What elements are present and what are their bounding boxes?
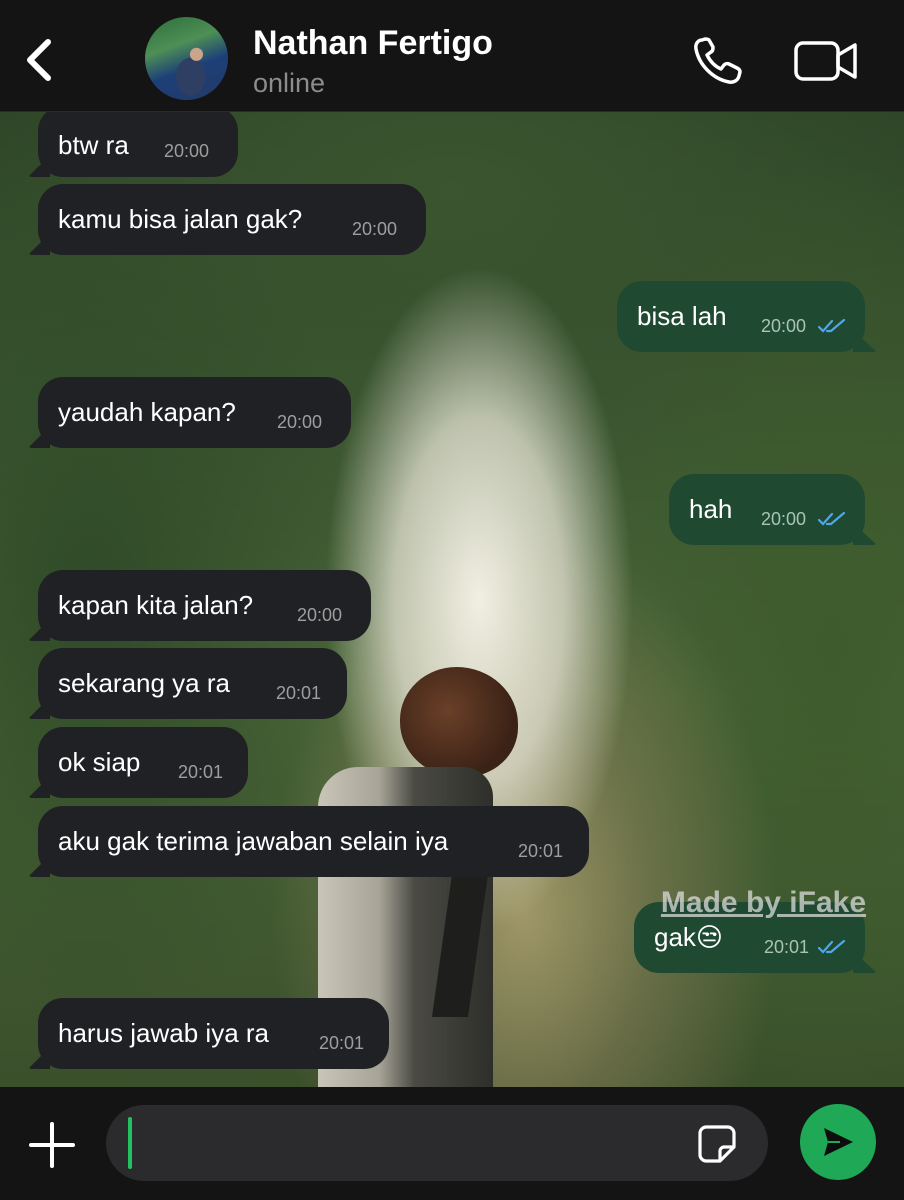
video-camera-icon[interactable] bbox=[793, 38, 859, 84]
read-receipt-icon bbox=[817, 511, 846, 526]
message-time: 20:00 bbox=[761, 316, 807, 336]
message-incoming[interactable]: yaudah kapan? 20:00 bbox=[38, 377, 351, 448]
message-incoming[interactable]: aku gak terima jawaban selain iya 20:01 bbox=[38, 806, 589, 877]
message-time: 20:00 bbox=[164, 141, 210, 161]
message-text: btw ra bbox=[58, 130, 129, 160]
text-caret bbox=[128, 1117, 132, 1169]
sticker-icon[interactable] bbox=[696, 1123, 738, 1165]
message-outgoing[interactable]: bisa lah 20:00 bbox=[617, 281, 865, 352]
message-incoming[interactable]: btw ra 20:00 bbox=[38, 106, 238, 177]
message-text: hah bbox=[689, 494, 733, 524]
message-text: sekarang ya ra bbox=[58, 668, 230, 698]
send-icon bbox=[824, 1128, 853, 1156]
message-text: kamu bisa jalan gak? bbox=[58, 204, 303, 234]
avatar[interactable] bbox=[145, 17, 228, 100]
message-text: kapan kita jalan? bbox=[58, 590, 254, 620]
phone-icon[interactable] bbox=[692, 36, 744, 86]
read-receipt-icon bbox=[817, 939, 846, 954]
message-incoming[interactable]: harus jawab iya ra 20:01 bbox=[38, 998, 389, 1069]
message-incoming[interactable]: ok siap 20:01 bbox=[38, 727, 248, 798]
message-text: aku gak terima jawaban selain iya bbox=[58, 826, 449, 856]
message-time: 20:00 bbox=[297, 605, 343, 625]
message-input[interactable] bbox=[136, 1121, 680, 1167]
message-incoming[interactable]: sekarang ya ra 20:01 bbox=[38, 648, 347, 719]
message-incoming[interactable]: kapan kita jalan? 20:00 bbox=[38, 570, 371, 641]
message-time: 20:01 bbox=[178, 762, 224, 782]
read-receipt-icon bbox=[817, 318, 846, 333]
message-time: 20:01 bbox=[764, 937, 810, 957]
chat-header: Nathan Fertigo online bbox=[0, 0, 904, 112]
message-time: 20:01 bbox=[518, 841, 564, 861]
message-text: yaudah kapan? bbox=[58, 397, 236, 427]
message-time: 20:01 bbox=[276, 683, 322, 703]
contact-status: online bbox=[253, 68, 326, 98]
watermark: Made by iFake bbox=[660, 886, 866, 919]
message-time: 20:00 bbox=[761, 509, 807, 529]
chevron-left-icon[interactable] bbox=[20, 38, 60, 82]
message-time: 20:00 bbox=[277, 412, 323, 432]
send-button[interactable] bbox=[800, 1104, 876, 1180]
message-input-field[interactable] bbox=[106, 1105, 768, 1181]
message-text: gak😒 bbox=[654, 922, 724, 952]
message-text: bisa lah bbox=[637, 301, 727, 331]
plus-icon[interactable] bbox=[27, 1120, 77, 1170]
message-time: 20:01 bbox=[319, 1033, 365, 1053]
message-text: harus jawab iya ra bbox=[58, 1018, 269, 1048]
message-time: 20:00 bbox=[352, 219, 398, 239]
message-text: ok siap bbox=[58, 747, 141, 777]
message-incoming[interactable]: kamu bisa jalan gak? 20:00 bbox=[38, 184, 426, 255]
contact-name[interactable]: Nathan Fertigo bbox=[253, 24, 493, 63]
message-outgoing[interactable]: hah 20:00 bbox=[669, 474, 865, 545]
